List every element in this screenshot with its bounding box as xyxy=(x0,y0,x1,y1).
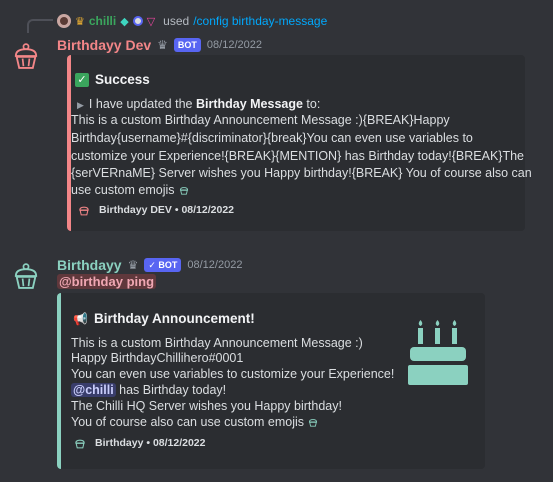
check-mark-icon: ✓ xyxy=(75,72,89,87)
embed-footer: Birthdayy • 08/12/2022 xyxy=(73,436,206,450)
embed-line-text: You of course also can use custom emojis xyxy=(71,415,304,429)
owner-crown-icon: ♛ xyxy=(127,258,139,272)
embed-title: ✓ Success xyxy=(75,72,150,87)
embed-line: {serVERnaME} Server wishes you Happy bir… xyxy=(71,166,532,180)
mention-suffix: has Birthday today! xyxy=(115,383,227,397)
birthday-cake-icon xyxy=(408,320,468,385)
embed-line: You can even use variables to customize … xyxy=(71,367,395,381)
cupcake-emoji-icon xyxy=(179,187,189,195)
cupcake-emoji-icon xyxy=(309,419,318,427)
author-name[interactable]: Birthdayy Dev xyxy=(57,37,151,53)
crown-icon: ♛ xyxy=(75,15,85,28)
diamond-badge-icon: ◆ xyxy=(120,15,129,28)
footer-text: Birthdayy • 08/12/2022 xyxy=(95,437,206,449)
user-mention[interactable]: @chilli xyxy=(71,383,116,397)
intro-suffix: to: xyxy=(302,97,321,111)
embed-line-last: use custom emojis xyxy=(71,183,190,197)
embed-intro: ▶ I have updated the Birthday Message to: xyxy=(77,97,320,111)
footer-cupcake-icon xyxy=(79,206,89,216)
embed-line: This is a custom Birthday Announcement M… xyxy=(71,336,363,350)
reply-used-text: used xyxy=(163,14,190,28)
verified-bot-tag: ✓ BOT xyxy=(144,258,182,272)
embed-line: customize your Experience!{BREAK}{MENTIO… xyxy=(71,149,524,163)
author-name[interactable]: Birthdayy xyxy=(57,257,122,273)
embed-line-last: You of course also can use custom emojis xyxy=(71,415,319,429)
intro-bold: Birthday Message xyxy=(195,97,303,111)
cupcake-icon xyxy=(14,263,38,289)
bullet-arrow-icon: ▶ xyxy=(77,100,84,110)
cupcake-icon xyxy=(14,43,38,69)
embed-title-text: Birthday Announcement! xyxy=(93,311,255,326)
role-mention[interactable]: @birthday ping xyxy=(57,274,157,289)
megaphone-icon: 📢 xyxy=(73,311,88,326)
embed-line: Happy BirthdayChillihero#0001 xyxy=(71,351,244,365)
gem-badge-icon: ▽ xyxy=(146,15,156,28)
success-embed: ✓ Success ▶ I have updated the Birthday M… xyxy=(67,55,532,231)
birthdayy-dev-avatar[interactable] xyxy=(6,36,46,76)
bot-tag: BOT xyxy=(173,38,201,52)
reply-connector xyxy=(27,19,53,33)
embed-title: 📢 Birthday Announcement! xyxy=(73,311,255,326)
reply-username[interactable]: chilli xyxy=(89,14,116,28)
embed-line-text: use custom emojis xyxy=(71,183,175,197)
embed-line: This is a custom Birthday Announcement M… xyxy=(71,113,450,127)
intro-prefix: I have updated the xyxy=(88,97,196,111)
bot-tag-text: BOT xyxy=(158,260,178,270)
owner-crown-icon: ♛ xyxy=(157,38,168,52)
message1-header: Birthdayy Dev ♛ BOT 08/12/2022 xyxy=(57,36,262,54)
timestamp: 08/12/2022 xyxy=(187,259,243,271)
reply-avatar[interactable] xyxy=(57,14,71,28)
timestamp: 08/12/2022 xyxy=(206,39,262,51)
embed-line-mention: @chilli has Birthday today! xyxy=(71,383,226,397)
slash-command-link[interactable]: /config birthday-message xyxy=(193,14,327,28)
birthdayy-avatar[interactable] xyxy=(6,256,46,296)
reply-context[interactable]: ♛ chilli ◆ ▽ used /config birthday-messa… xyxy=(57,13,327,29)
nitro-badge-icon xyxy=(132,16,143,26)
footer-text: Birthdayy DEV • 08/12/2022 xyxy=(99,204,234,216)
embed-line: Birthday{username}#{discriminator}{break… xyxy=(71,131,473,145)
footer-cupcake-icon xyxy=(75,439,85,449)
embed-footer: Birthdayy DEV • 08/12/2022 xyxy=(77,203,234,217)
message2-header: Birthdayy ♛ ✓ BOT 08/12/2022 xyxy=(57,256,242,274)
embed-title-text: Success xyxy=(95,72,150,87)
embed-line: The Chilli HQ Server wishes you Happy bi… xyxy=(71,399,342,413)
